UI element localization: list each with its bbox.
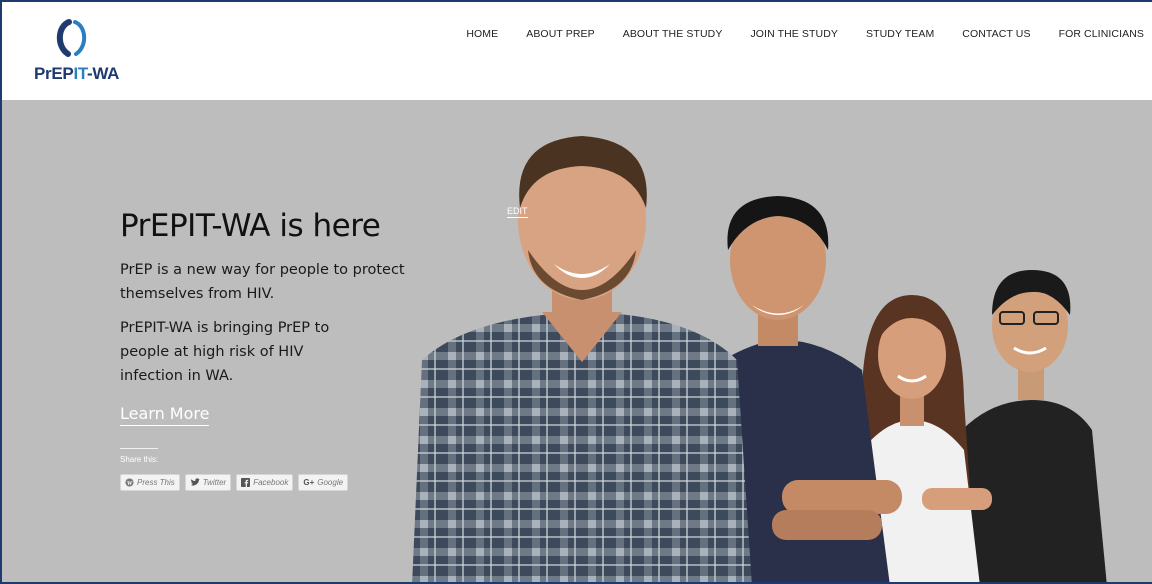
- share-divider: [120, 448, 158, 449]
- person-four: [952, 270, 1107, 582]
- share-buttons: W Press This Twitter Facebook G+ Google: [120, 474, 420, 491]
- hero-content: PrEPIT-WA is here PrEP is a new way for …: [120, 208, 420, 491]
- hero-people-image: [412, 136, 1107, 582]
- person-one: [412, 136, 752, 582]
- hero-paragraph-one: PrEP is a new way for people to protect …: [120, 262, 405, 302]
- logo-mark-icon: [56, 19, 87, 57]
- hero-paragraph-two: PrEPIT-WA is bringing PrEP to people at …: [120, 320, 330, 384]
- nav-item-join-the-study[interactable]: JOIN THE STUDY: [750, 28, 838, 40]
- nav-item-study-team[interactable]: STUDY TEAM: [866, 28, 934, 40]
- share-press-this-button[interactable]: W Press This: [120, 474, 180, 491]
- edit-link[interactable]: EDIT: [507, 206, 528, 218]
- logo-text-part1: PrEP: [34, 64, 74, 83]
- site-header: PrEPIT-WA HOME ABOUT PREP ABOUT THE STUD…: [2, 2, 1152, 100]
- share-press-this-label: Press This: [137, 478, 175, 487]
- logo-text: PrEPIT-WA: [34, 64, 119, 84]
- logo-text-part3: -WA: [87, 64, 120, 83]
- share-google-label: Google: [317, 478, 344, 487]
- share-twitter-button[interactable]: Twitter: [184, 474, 232, 491]
- main-nav: HOME ABOUT PREP ABOUT THE STUDY JOIN THE…: [438, 28, 1144, 40]
- logo-text-part2: IT: [73, 64, 88, 83]
- nav-item-for-clinicians[interactable]: FOR CLINICIANS: [1059, 28, 1144, 40]
- hero-title: PrEPIT-WA is here: [120, 208, 381, 244]
- svg-text:W: W: [127, 480, 133, 487]
- facebook-icon: [241, 478, 251, 487]
- google-plus-icon: G+: [303, 478, 315, 487]
- twitter-icon: [190, 478, 200, 486]
- nav-item-about-the-study[interactable]: ABOUT THE STUDY: [623, 28, 723, 40]
- nav-item-about-prep[interactable]: ABOUT PREP: [526, 28, 595, 40]
- nav-item-contact-us[interactable]: CONTACT US: [962, 28, 1030, 40]
- page-frame: PrEPIT-WA HOME ABOUT PREP ABOUT THE STUD…: [0, 0, 1152, 584]
- hero-section: EDIT PrEPIT-WA is here PrEP is a new way…: [2, 100, 1152, 582]
- share-facebook-label: Facebook: [253, 478, 289, 487]
- share-twitter-label: Twitter: [202, 478, 227, 487]
- share-section: Share this: W Press This Twitter Faceboo…: [120, 448, 420, 491]
- share-label: Share this:: [120, 455, 159, 464]
- nav-item-home[interactable]: HOME: [466, 28, 498, 40]
- site-logo[interactable]: PrEPIT-WA: [26, 16, 122, 86]
- learn-more-link[interactable]: Learn More: [120, 404, 210, 426]
- share-google-button[interactable]: G+ Google: [298, 474, 349, 491]
- wordpress-icon: W: [125, 478, 134, 487]
- share-facebook-button[interactable]: Facebook: [236, 474, 294, 491]
